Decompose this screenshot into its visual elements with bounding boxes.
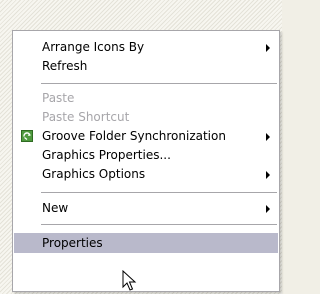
groove-sync-icon xyxy=(21,130,33,142)
menu-item-paste-shortcut[interactable]: Paste Shortcut xyxy=(14,108,278,127)
menu-item-label: New xyxy=(42,201,69,215)
menu-separator xyxy=(41,192,277,193)
submenu-arrow-icon xyxy=(266,205,270,213)
menu-separator xyxy=(41,224,277,225)
menu-item-paste[interactable]: Paste xyxy=(14,89,278,108)
menu-item-groove-folder-synchronization[interactable]: Groove Folder Synchronization xyxy=(14,127,278,146)
menu-item-label: Groove Folder Synchronization xyxy=(42,129,226,143)
submenu-arrow-icon xyxy=(266,44,270,52)
menu-item-label: Arrange Icons By xyxy=(42,40,145,54)
menu-item-label: Graphics Properties... xyxy=(42,148,171,162)
menu-item-refresh[interactable]: Refresh xyxy=(14,57,278,76)
mouse-pointer-icon xyxy=(122,270,137,291)
context-menu: Arrange Icons By Refresh Paste Paste Sho… xyxy=(12,30,280,292)
menu-item-arrange-icons-by[interactable]: Arrange Icons By xyxy=(14,38,278,57)
menu-item-label: Paste Shortcut xyxy=(42,110,130,124)
menu-item-properties[interactable]: Properties xyxy=(14,233,278,253)
menu-item-graphics-properties[interactable]: Graphics Properties... xyxy=(14,146,278,165)
menu-separator xyxy=(41,83,277,84)
menu-item-new[interactable]: New xyxy=(14,199,278,218)
menu-item-graphics-options[interactable]: Graphics Options xyxy=(14,165,278,184)
menu-item-label: Refresh xyxy=(42,59,88,73)
menu-item-label: Paste xyxy=(42,91,75,105)
submenu-arrow-icon xyxy=(266,171,270,179)
menu-item-label: Graphics Options xyxy=(42,167,146,181)
menu-item-label: Properties xyxy=(42,236,103,250)
submenu-arrow-icon xyxy=(266,133,270,141)
